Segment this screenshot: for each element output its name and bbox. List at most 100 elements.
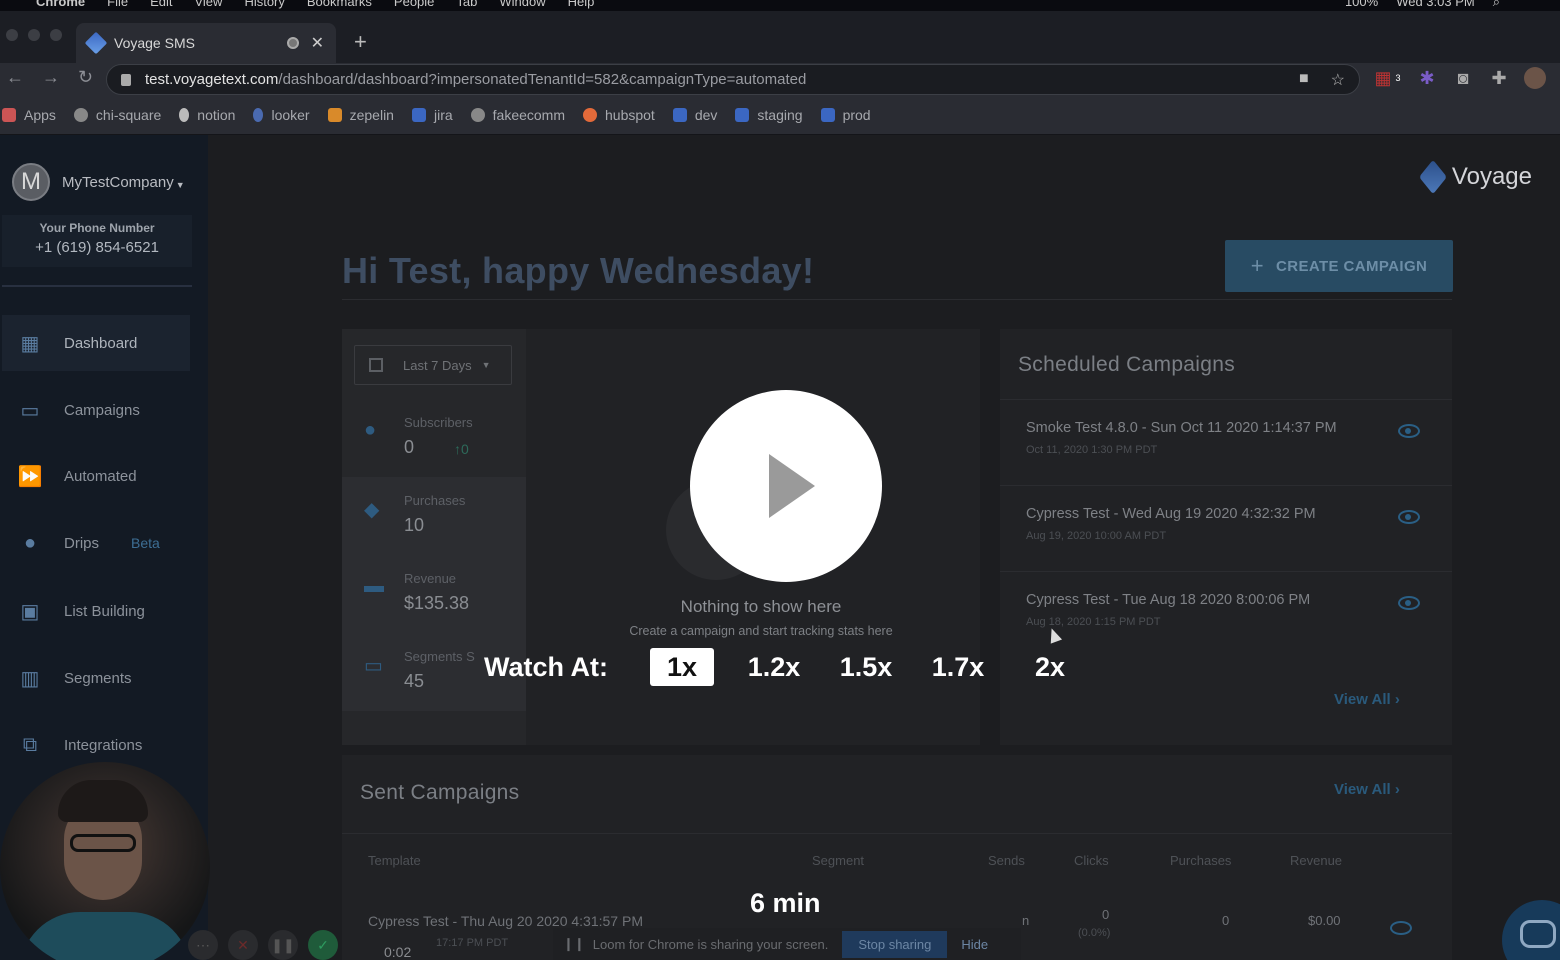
browser-tab[interactable]: Voyage SMS ✕: [76, 23, 336, 63]
speed-option-2x[interactable]: 2x: [1018, 648, 1082, 686]
minimize-window-icon[interactable]: [28, 29, 40, 41]
extension-icon[interactable]: ✱: [1416, 67, 1438, 89]
menu-tab[interactable]: Tab: [456, 0, 477, 9]
close-tab-icon[interactable]: ✕: [311, 33, 324, 53]
header-divider: [342, 299, 1452, 300]
sent-view-all-link[interactable]: View All ›: [1334, 781, 1400, 798]
avatar: M: [12, 163, 50, 201]
column-header: Template: [368, 853, 421, 868]
camera-permission-icon[interactable]: ■: [1299, 70, 1309, 90]
sidebar-item-segments[interactable]: ▥ Segments: [2, 650, 190, 706]
scheduled-view-all-link[interactable]: View All ›: [1334, 691, 1400, 708]
voyage-logo: Voyage: [1419, 159, 1532, 195]
stat-value: 45: [404, 671, 425, 691]
watch-at-label: Watch At:: [484, 651, 608, 682]
calendar-extension-icon[interactable]: ▦: [1372, 67, 1394, 89]
extensions-area: ▦ 3 ✱ ◙ ✚: [1372, 67, 1546, 89]
empty-state-subtitle: Create a campaign and start tracking sta…: [629, 624, 893, 638]
profile-avatar-icon[interactable]: [1524, 67, 1546, 89]
bookmark-hubspot[interactable]: hubspot: [583, 107, 655, 123]
stat-label: Revenue: [404, 571, 457, 586]
create-campaign-button[interactable]: + CREATE CAMPAIGN: [1225, 240, 1453, 292]
speed-option-1-5x[interactable]: 1.5x: [834, 648, 898, 686]
lock-icon[interactable]: [121, 73, 131, 86]
sidebar-item-automated[interactable]: ⏩ Automated: [2, 448, 190, 504]
recording-controls: ⋯ ✕ ❚❚ ✓: [188, 930, 338, 960]
bookmark-star-icon[interactable]: ☆: [1331, 70, 1345, 90]
menu-view[interactable]: View: [194, 0, 222, 9]
bookmark-staging[interactable]: staging: [735, 107, 803, 123]
bookmark-label: chi-square: [95, 106, 162, 123]
address-bar[interactable]: test.voyagetext.com /dashboard/dashboard…: [106, 64, 1360, 95]
play-icon: [769, 454, 815, 518]
forward-icon[interactable]: →: [42, 67, 60, 88]
bookmark-looker[interactable]: looker: [253, 107, 310, 123]
stat-revenue[interactable]: ▬ Revenue $135.38: [342, 555, 526, 633]
sidebar-item-list-building[interactable]: ▣ List Building: [2, 583, 190, 639]
menu-file[interactable]: File: [107, 0, 128, 9]
stop-sharing-button[interactable]: Stop sharing: [842, 930, 948, 958]
bookmark-label: zepelin: [349, 106, 394, 123]
pause-recording-icon[interactable]: ❚❚: [268, 930, 298, 960]
menu-help[interactable]: Help: [568, 0, 595, 9]
finish-recording-icon[interactable]: ✓: [308, 930, 338, 960]
sidebar-item-drips[interactable]: ● Drips Beta: [2, 515, 190, 571]
bookmark-fakeecomm[interactable]: fakeecomm: [470, 107, 565, 123]
menu-window[interactable]: Window: [499, 0, 545, 9]
campaign-name: Cypress Test - Wed Aug 19 2020 4:32:32 P…: [1026, 506, 1316, 522]
eye-icon[interactable]: [1398, 510, 1420, 524]
reload-icon[interactable]: ↻: [78, 67, 93, 88]
close-window-icon[interactable]: [6, 29, 18, 41]
bookmark-notion[interactable]: notion: [179, 107, 235, 123]
stat-subscribers[interactable]: ● Subscribers 0 ↑0: [342, 399, 526, 477]
spotlight-icon[interactable]: ⌕: [1493, 0, 1500, 10]
hide-button[interactable]: Hide: [961, 937, 988, 952]
sidebar-item-dashboard[interactable]: ▦ Dashboard: [2, 315, 190, 371]
org-switcher[interactable]: M MyTestCompany ▼: [12, 163, 185, 201]
menu-people[interactable]: People: [394, 0, 434, 9]
chevron-right-icon: ›: [1394, 691, 1400, 708]
speed-option-1x[interactable]: 1x: [649, 648, 714, 686]
bookmark-dev[interactable]: dev: [672, 107, 717, 123]
playback-speed-selector: Watch At: 1x 1.2x 1.5x 1.7x 2x: [484, 648, 1110, 686]
eye-icon[interactable]: [1398, 424, 1420, 438]
screenshot-extension-icon[interactable]: ◙: [1452, 67, 1474, 89]
puzzle-extensions-icon[interactable]: ✚: [1488, 67, 1510, 89]
menu-bookmarks[interactable]: Bookmarks: [307, 0, 372, 9]
bookmark-apps[interactable]: Apps: [2, 107, 56, 123]
sidebar-item-label: Dashboard: [64, 334, 138, 352]
menu-chrome[interactable]: Chrome: [36, 0, 85, 9]
date-range-select[interactable]: Last 7 Days ▼: [354, 345, 512, 385]
person-icon: ●: [364, 419, 377, 441]
org-name-wrap: MyTestCompany ▼: [62, 174, 185, 191]
menu-history[interactable]: History: [244, 0, 284, 9]
recording-indicator-icon: [286, 37, 299, 49]
phone-number-box: Your Phone Number +1 (619) 854-6521: [2, 215, 192, 267]
maximize-window-icon[interactable]: [50, 29, 62, 41]
eye-icon[interactable]: [1398, 596, 1420, 610]
bookmark-chi-square[interactable]: chi-square: [73, 106, 162, 123]
webcam-bubble[interactable]: [0, 762, 210, 960]
menubar-clock[interactable]: Wed 3:03 PM: [1396, 0, 1475, 10]
eye-icon[interactable]: [1390, 921, 1412, 935]
bookmark-prod[interactable]: prod: [820, 107, 871, 123]
more-options-icon[interactable]: ⋯: [188, 930, 218, 960]
stat-purchases[interactable]: ◆ Purchases 10: [342, 477, 526, 555]
play-button[interactable]: [690, 390, 882, 582]
menu-edit[interactable]: Edit: [150, 0, 172, 9]
list-building-icon: ▣: [20, 600, 40, 623]
speed-option-1-7x[interactable]: 1.7x: [926, 648, 990, 686]
new-tab-icon[interactable]: +: [354, 29, 367, 55]
cancel-recording-icon[interactable]: ✕: [228, 930, 258, 960]
back-icon[interactable]: ←: [6, 67, 24, 88]
bookmark-zepelin[interactable]: zepelin: [327, 106, 394, 123]
stat-value: $135.38: [404, 593, 470, 613]
scheduled-title: Scheduled Campaigns: [1018, 353, 1236, 376]
speed-option-1-2x[interactable]: 1.2x: [742, 648, 806, 686]
sidebar-item-campaigns[interactable]: ▭ Campaigns: [2, 382, 190, 438]
browser-tabstrip: Voyage SMS ✕ +: [0, 11, 1560, 63]
dashboard-icon: ▦: [20, 332, 40, 355]
voyage-bookmark-icon: [411, 107, 426, 122]
bookmark-jira[interactable]: jira: [411, 107, 453, 123]
voyage-bookmark-icon: [735, 107, 750, 122]
